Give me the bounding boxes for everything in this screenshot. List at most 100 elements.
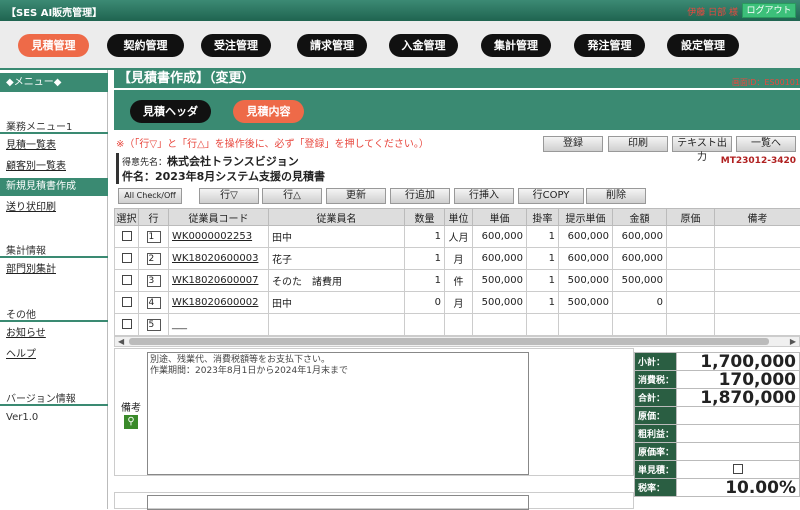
row-checkbox[interactable] [122, 253, 132, 263]
row-number-input[interactable]: 5 [147, 319, 161, 331]
employee-code-link[interactable]: ___ [172, 319, 187, 330]
insert-row-button[interactable]: 行挿入 [454, 188, 514, 204]
grid-header-row: 選択 行 従業員コード 従業員名 数量 単位 単価 掛率 提示単価 金額 原価 … [115, 209, 800, 226]
total-row: 原価： [635, 407, 800, 425]
grand-total-value: 1,870,000 [677, 389, 800, 407]
print-button[interactable]: 印刷 [608, 136, 668, 152]
employee-code-link[interactable]: WK18020600003 [172, 253, 258, 264]
estimate-grid: 選択 行 従業員コード 従業員名 数量 単位 単価 掛率 提示単価 金額 原価 … [114, 208, 800, 336]
rate [527, 314, 559, 336]
table-row: 4 WK18020600002 田中 0 月 500,000 1 500,000… [115, 292, 800, 314]
subject-value: 2023年8月システム支援の見積書 [155, 170, 325, 183]
col-header: 単価 [473, 209, 527, 226]
user-name: 伊藤 日部 様 [687, 5, 738, 18]
row-checkbox[interactable] [122, 231, 132, 241]
text-export-button[interactable]: テキスト出力 [672, 136, 732, 152]
nav-estimate[interactable]: 見積管理 [18, 34, 89, 57]
table-row: 5 ___ [115, 314, 800, 336]
nav-purchase[interactable]: 発注管理 [574, 34, 645, 57]
single-estimate-checkbox[interactable] [733, 464, 743, 474]
nav-settings[interactable]: 設定管理 [667, 34, 739, 57]
row-checkbox[interactable] [122, 297, 132, 307]
amount: 500,000 [613, 270, 667, 292]
copy-row-button[interactable]: 行COPY [518, 188, 584, 204]
nav-billing[interactable]: 請求管理 [297, 34, 367, 57]
nav-contract[interactable]: 契約管理 [107, 34, 184, 57]
scrollbar-thumb[interactable] [129, 338, 769, 345]
row-checkbox[interactable] [122, 275, 132, 285]
sidebar-item-invoice-print[interactable]: 送り状印刷 [0, 199, 108, 217]
notes-textarea[interactable]: 別途、残業代、消費税額等をお支払下さい。 作業期間：2023年8月1日から202… [147, 352, 529, 475]
col-header: 数量 [405, 209, 445, 226]
unit-price: 500,000 [473, 292, 527, 314]
amount [613, 314, 667, 336]
row-number-input[interactable]: 1 [147, 231, 161, 243]
row-number-input[interactable]: 2 [147, 253, 161, 265]
rate: 1 [527, 292, 559, 314]
logout-button[interactable]: ログアウト [742, 3, 796, 18]
sidebar-item-estimate-list[interactable]: 見積一覧表 [0, 137, 108, 155]
employee-code-link[interactable]: WK0000002253 [172, 231, 252, 242]
unit-price: 600,000 [473, 248, 527, 270]
cost-value [677, 407, 800, 425]
remarks [715, 226, 800, 248]
quantity: 1 [405, 248, 445, 270]
sidebar-divider [0, 132, 108, 134]
all-check-button[interactable]: All Check/Off [118, 188, 182, 204]
tax-rate-value: 10.00% [677, 479, 800, 497]
row-checkbox[interactable] [122, 319, 132, 329]
row-number-input[interactable]: 4 [147, 297, 161, 309]
cost [667, 226, 715, 248]
col-header: 備考 [715, 209, 800, 226]
total-label: 税率： [635, 479, 677, 497]
table-row: 2 WK18020600003 花子 1 月 600,000 1 600,000… [115, 248, 800, 270]
total-label: 小計： [635, 353, 677, 371]
row-up-button[interactable]: 行△ [262, 188, 322, 204]
nav-summary[interactable]: 集計管理 [481, 34, 551, 57]
scroll-right-icon[interactable]: ▶ [790, 337, 796, 346]
sidebar-section-title: 集計情報 [6, 242, 46, 257]
employee-name [269, 314, 405, 336]
update-button[interactable]: 更新 [326, 188, 386, 204]
version-text: Ver1.0 [6, 412, 38, 423]
sidebar-item-help[interactable]: ヘルプ [0, 346, 108, 364]
horizontal-scrollbar[interactable]: ◀ ▶ [114, 336, 800, 347]
page-title-bar: 【見積書作成】（変更） 画面ID：ES00101 [114, 70, 800, 88]
search-icon[interactable]: ⚲ [124, 415, 138, 429]
nav-order[interactable]: 受注管理 [201, 34, 271, 57]
total-row: 原価率： [635, 443, 800, 461]
remarks [715, 292, 800, 314]
unit: 人月 [445, 226, 473, 248]
register-button[interactable]: 登録 [543, 136, 603, 152]
cost-rate-value [677, 443, 800, 461]
remarks [715, 314, 800, 336]
subject-line: 件名：2023年8月システム支援の見積書 [116, 168, 325, 184]
quantity [405, 314, 445, 336]
notes-textarea-2[interactable] [147, 495, 529, 510]
row-down-button[interactable]: 行▽ [199, 188, 259, 204]
employee-name: 田中 [269, 226, 405, 248]
sidebar-item-customer-list[interactable]: 顧客別一覧表 [0, 158, 108, 176]
delete-button[interactable]: 削除 [586, 188, 646, 204]
sidebar-item-dept-summary[interactable]: 部門別集計 [0, 261, 108, 279]
row-number-input[interactable]: 3 [147, 275, 161, 287]
employee-code-link[interactable]: WK18020600007 [172, 275, 258, 286]
unit-price: 600,000 [473, 226, 527, 248]
scroll-left-icon[interactable]: ◀ [118, 337, 124, 346]
remarks [715, 248, 800, 270]
add-row-button[interactable]: 行追加 [390, 188, 450, 204]
tab-estimate-content[interactable]: 見積内容 [233, 100, 304, 123]
top-bar: 【SES AI販売管理】 伊藤 日部 様 ログアウト [0, 0, 800, 21]
employee-code-link[interactable]: WK18020600002 [172, 297, 258, 308]
sidebar-item-news[interactable]: お知らせ [0, 325, 108, 343]
rate: 1 [527, 248, 559, 270]
total-label: 粗利益： [635, 425, 677, 443]
subtotal-value: 1,700,000 [677, 353, 800, 371]
tab-estimate-header[interactable]: 見積ヘッダ [130, 100, 211, 123]
sidebar-item-new-estimate[interactable]: 新規見積書作成 [0, 178, 108, 196]
notes-section-2 [114, 492, 634, 509]
sidebar-divider [0, 404, 108, 406]
main-content: 【見積書作成】（変更） 画面ID：ES00101 見積ヘッダ 見積内容 ※（「行… [114, 70, 800, 509]
nav-payment[interactable]: 入金管理 [389, 34, 458, 57]
back-to-list-button[interactable]: 一覧へ [736, 136, 796, 152]
